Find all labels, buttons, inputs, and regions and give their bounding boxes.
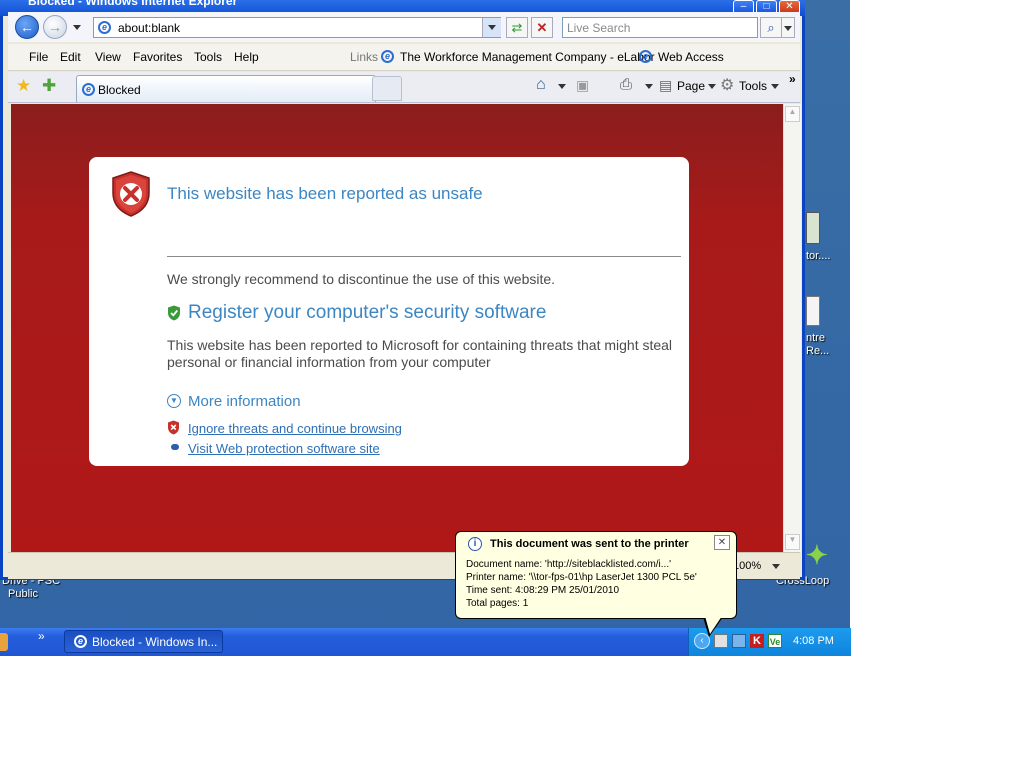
ie-link-icon: e bbox=[381, 50, 394, 63]
page-menu-button[interactable]: Page bbox=[677, 79, 705, 93]
antivirus-tray-icon[interactable]: K bbox=[750, 634, 764, 648]
chevron-down-icon bbox=[488, 25, 496, 30]
start-button-edge[interactable] bbox=[0, 633, 8, 651]
tab-blocked[interactable]: e Blocked bbox=[76, 75, 376, 102]
bullet-icon bbox=[171, 444, 179, 450]
desktop-icon-label-public[interactable]: Public bbox=[8, 588, 38, 601]
stop-button[interactable]: ✕ bbox=[531, 17, 553, 38]
ie-page-icon: e bbox=[98, 21, 111, 34]
quick-launch-overflow-icon[interactable]: » bbox=[38, 629, 45, 643]
search-icon[interactable]: ⌕ bbox=[760, 17, 782, 38]
desktop-icon-label[interactable]: tor.... bbox=[806, 250, 830, 263]
chevron-down-icon bbox=[784, 26, 792, 31]
zoom-level[interactable]: 100% bbox=[733, 560, 761, 572]
desktop-icon-document[interactable] bbox=[806, 296, 820, 326]
desktop-icon-label[interactable]: ntre bbox=[806, 332, 825, 345]
tab-title: Blocked bbox=[98, 83, 141, 97]
feeds-icon[interactable]: ▣ bbox=[576, 77, 589, 94]
back-button[interactable]: ← bbox=[15, 15, 39, 39]
menu-help[interactable]: Help bbox=[234, 50, 259, 64]
ie-taskbar-icon: e bbox=[74, 635, 87, 648]
vertical-scrollbar[interactable]: ▲ ▼ bbox=[783, 104, 801, 552]
search-options-button[interactable] bbox=[781, 17, 795, 38]
balloon-total-pages: Total pages: 1 bbox=[466, 598, 529, 609]
page-icon: ▤ bbox=[659, 77, 673, 93]
new-tab-button[interactable] bbox=[372, 76, 402, 101]
balloon-close-button[interactable]: ✕ bbox=[714, 535, 730, 550]
menu-view[interactable]: View bbox=[95, 50, 121, 64]
crossloop-icon[interactable]: ✦ bbox=[806, 540, 828, 571]
overflow-chevron-icon[interactable]: » bbox=[789, 72, 796, 86]
balloon-document-name: Document name: 'http://siteblacklisted.c… bbox=[466, 559, 672, 570]
menu-tools[interactable]: Tools bbox=[194, 50, 222, 64]
taskbar-clock[interactable]: 4:08 PM bbox=[793, 635, 834, 647]
address-input[interactable]: about:blank bbox=[118, 21, 180, 35]
tools-menu-button[interactable]: Tools bbox=[739, 79, 767, 93]
link-web-access[interactable]: Web Access bbox=[658, 50, 724, 64]
search-box[interactable]: Live Search bbox=[562, 17, 758, 38]
scroll-up-button[interactable]: ▲ bbox=[785, 106, 800, 122]
address-bar[interactable]: e about:blank bbox=[93, 17, 501, 38]
print-icon[interactable]: ⎙ bbox=[620, 76, 632, 93]
taskbar-button-label: Blocked - Windows In... bbox=[92, 635, 218, 649]
balloon-printer-name: Printer name: '\\tor-fps-01\hp LaserJet … bbox=[466, 572, 697, 583]
address-dropdown-button[interactable] bbox=[482, 18, 501, 37]
more-information-toggle[interactable]: More information bbox=[188, 393, 301, 410]
register-heading: Register your computer's security softwa… bbox=[188, 302, 547, 323]
description-text: This website has been reported to Micros… bbox=[167, 337, 673, 370]
add-favorites-icon[interactable]: ✚ bbox=[42, 76, 56, 96]
balloon-title: This document was sent to the printer bbox=[490, 538, 689, 550]
desktop-icon-app[interactable] bbox=[806, 212, 820, 244]
taskbar-button-ie[interactable]: e Blocked - Windows In... bbox=[64, 630, 223, 653]
divider bbox=[167, 256, 681, 257]
printer-notification-balloon[interactable]: i This document was sent to the printer … bbox=[455, 531, 737, 619]
network-tray-icon[interactable] bbox=[732, 634, 746, 648]
chevron-down-icon[interactable] bbox=[645, 84, 653, 89]
favorites-star-icon[interactable]: ★ bbox=[16, 76, 31, 96]
shield-error-small-icon bbox=[168, 420, 179, 435]
vnc-tray-icon[interactable]: Ve bbox=[768, 634, 782, 648]
forward-button[interactable]: → bbox=[43, 15, 67, 39]
balloon-time-sent: Time sent: 4:08:29 PM 25/01/2010 bbox=[466, 585, 620, 596]
link-elabor[interactable]: The Workforce Management Company - eLabo… bbox=[400, 50, 655, 64]
expand-icon[interactable]: ▼ bbox=[167, 394, 181, 408]
ignore-threats-link[interactable]: Ignore threats and continue browsing bbox=[188, 421, 402, 436]
home-icon[interactable]: ⌂ bbox=[536, 76, 546, 94]
ie-link-icon: e bbox=[639, 50, 652, 63]
links-label[interactable]: Links bbox=[350, 50, 378, 64]
balloon-tail-fill bbox=[705, 616, 722, 634]
refresh-button[interactable]: ⇄ bbox=[506, 17, 528, 38]
menu-favorites[interactable]: Favorites bbox=[133, 50, 182, 64]
warning-panel: This website has been reported as unsafe… bbox=[89, 157, 689, 466]
ie-tab-icon: e bbox=[82, 83, 95, 96]
desktop-icon-label[interactable]: Re... bbox=[806, 345, 829, 358]
menu-file[interactable]: File bbox=[29, 50, 48, 64]
search-input[interactable]: Live Search bbox=[567, 21, 630, 35]
recommendation-text: We strongly recommend to discontinue the… bbox=[167, 271, 556, 287]
shield-check-icon bbox=[168, 305, 180, 321]
window-title: Blocked - Windows Internet Explorer bbox=[28, 0, 238, 8]
visit-protection-site-link[interactable]: Visit Web protection software site bbox=[188, 441, 380, 456]
recent-pages-dropdown[interactable] bbox=[73, 25, 81, 30]
menu-bar: File Edit View Favorites Tools Help Link… bbox=[8, 44, 800, 71]
tab-bar: ★ ✚ e Blocked ⌂ ▣ ⎙ ▤ Page ⚙ Tools » bbox=[8, 72, 800, 103]
chevron-down-icon[interactable] bbox=[558, 84, 566, 89]
zoom-dropdown-icon[interactable] bbox=[772, 564, 780, 569]
chevron-down-icon[interactable] bbox=[771, 84, 779, 89]
page-title: This website has been reported as unsafe bbox=[167, 184, 483, 203]
shield-error-icon bbox=[112, 171, 150, 217]
chevron-down-icon[interactable] bbox=[708, 84, 716, 89]
gear-icon: ⚙ bbox=[720, 77, 735, 94]
menu-edit[interactable]: Edit bbox=[60, 50, 81, 64]
info-icon: i bbox=[468, 537, 482, 551]
scroll-down-button[interactable]: ▼ bbox=[785, 534, 800, 550]
